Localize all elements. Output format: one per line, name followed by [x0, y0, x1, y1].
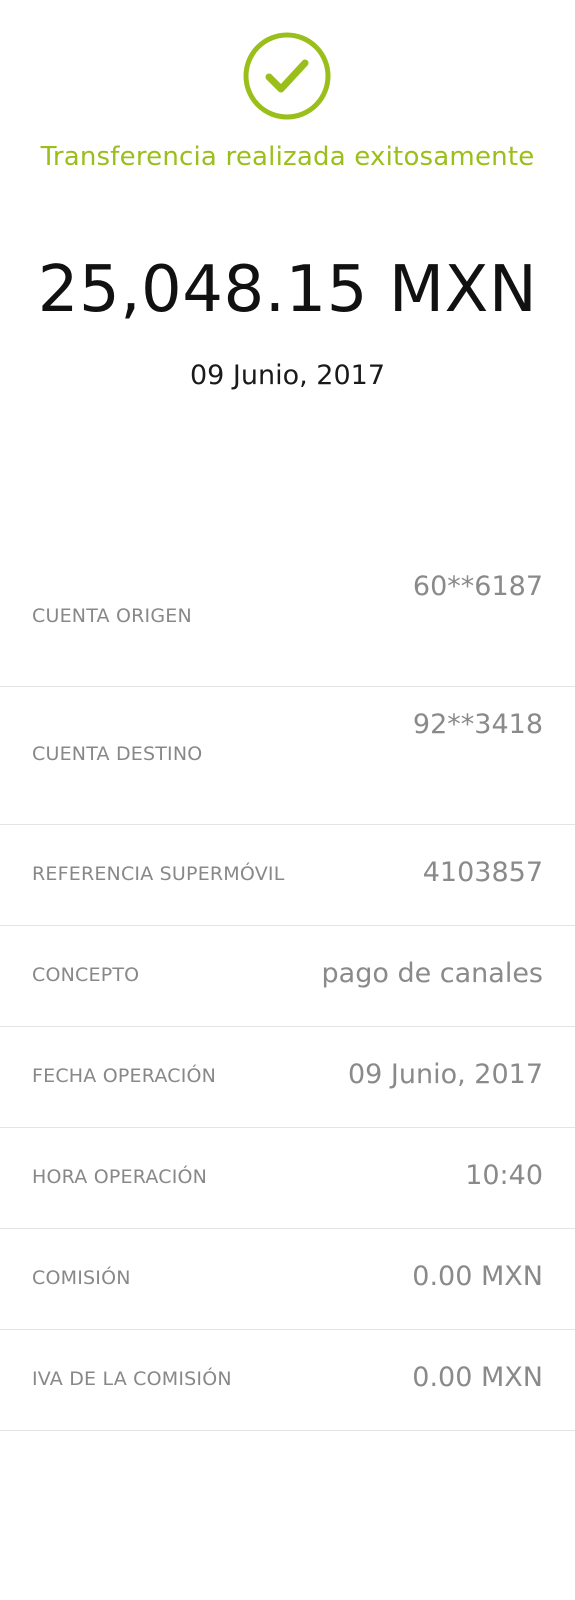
transfer-amount: 25,048.15 MXN — [37, 253, 538, 327]
detail-value: 0.00 MXN — [412, 1362, 543, 1393]
detail-value: 92**3418 — [412, 709, 543, 740]
transfer-confirmation-header: Transferencia realizada exitosamente 25,… — [0, 0, 575, 420]
detail-label: IVA DE LA COMISIÓN — [32, 1368, 232, 1390]
detail-row-iva-comision: IVA DE LA COMISIÓN 0.00 MXN — [0, 1330, 575, 1431]
detail-row-concepto: CONCEPTO pago de canales — [0, 926, 575, 1027]
detail-label: FECHA OPERACIÓN — [32, 1065, 217, 1087]
detail-value: 60**6187 — [412, 571, 543, 602]
detail-label: HORA OPERACIÓN — [32, 1166, 208, 1188]
detail-value: 10:40 — [465, 1160, 543, 1191]
detail-label: CUENTA ORIGEN — [32, 605, 192, 627]
detail-value: 09 Junio, 2017 — [347, 1059, 543, 1090]
check-circle-icon — [243, 32, 331, 120]
detail-row-cuenta-origen: CUENTA ORIGEN 60**6187 — [0, 549, 575, 687]
transfer-date: 09 Junio, 2017 — [189, 360, 386, 391]
detail-value: pago de canales — [321, 958, 543, 989]
detail-label: COMISIÓN — [32, 1267, 131, 1289]
transfer-details-list: CUENTA ORIGEN 60**6187 CUENTA DESTINO 92… — [0, 549, 575, 1431]
detail-label: CONCEPTO — [32, 964, 140, 986]
detail-row-fecha-operacion: FECHA OPERACIÓN 09 Junio, 2017 — [0, 1027, 575, 1128]
detail-row-hora-operacion: HORA OPERACIÓN 10:40 — [0, 1128, 575, 1229]
detail-row-cuenta-destino: CUENTA DESTINO 92**3418 — [0, 687, 575, 825]
detail-value: 4103857 — [422, 857, 543, 888]
success-message: Transferencia realizada exitosamente — [40, 142, 535, 172]
detail-row-referencia: REFERENCIA SUPERMÓVIL 4103857 — [0, 825, 575, 926]
detail-label: REFERENCIA SUPERMÓVIL — [32, 863, 285, 885]
detail-value: 0.00 MXN — [412, 1261, 543, 1292]
detail-row-comision: COMISIÓN 0.00 MXN — [0, 1229, 575, 1330]
detail-label: CUENTA DESTINO — [32, 743, 203, 765]
